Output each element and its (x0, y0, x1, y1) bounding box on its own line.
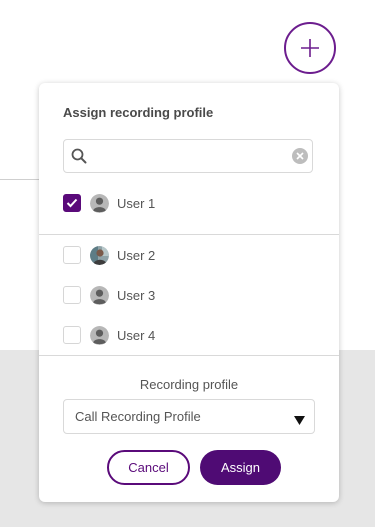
user-checkbox[interactable] (63, 246, 81, 264)
recording-profile-value: Call Recording Profile (75, 409, 201, 424)
search-box (63, 139, 313, 173)
recording-profile-label: Recording profile (139, 377, 239, 392)
user-checkbox-checked[interactable] (63, 194, 81, 212)
user-checkbox[interactable] (63, 286, 81, 304)
user-name: User 1 (117, 195, 156, 211)
user-list-item[interactable]: User 1 (63, 191, 313, 215)
plus-icon (301, 39, 319, 57)
user-list-item[interactable]: User 2 (63, 243, 313, 267)
caret-down-icon (294, 412, 305, 430)
list-divider (39, 355, 339, 356)
add-button[interactable] (284, 22, 336, 74)
user-name: User 4 (117, 327, 156, 343)
check-icon (66, 198, 78, 208)
default-avatar-icon (90, 193, 109, 213)
user-name: User 2 (117, 247, 156, 263)
user-checkbox[interactable] (63, 326, 81, 344)
cancel-button[interactable]: Cancel (107, 450, 190, 485)
default-avatar-icon (90, 285, 109, 305)
user-list-item[interactable]: User 3 (63, 283, 313, 307)
background-divider (0, 179, 40, 180)
recording-profile-select[interactable]: Call Recording Profile (63, 399, 315, 434)
user-list-item[interactable]: User 4 (63, 323, 313, 347)
clear-search-icon[interactable] (292, 148, 308, 164)
assign-button[interactable]: Assign (200, 450, 281, 485)
assign-recording-profile-panel: Assign recording profile User 1 User 2 U… (39, 83, 339, 502)
panel-title: Assign recording profile (63, 105, 214, 120)
user-name: User 3 (117, 287, 156, 303)
search-icon (71, 148, 87, 169)
search-input[interactable] (94, 146, 288, 168)
default-avatar-icon (90, 325, 109, 345)
photo-avatar-icon (90, 245, 109, 265)
selected-divider (39, 234, 339, 235)
